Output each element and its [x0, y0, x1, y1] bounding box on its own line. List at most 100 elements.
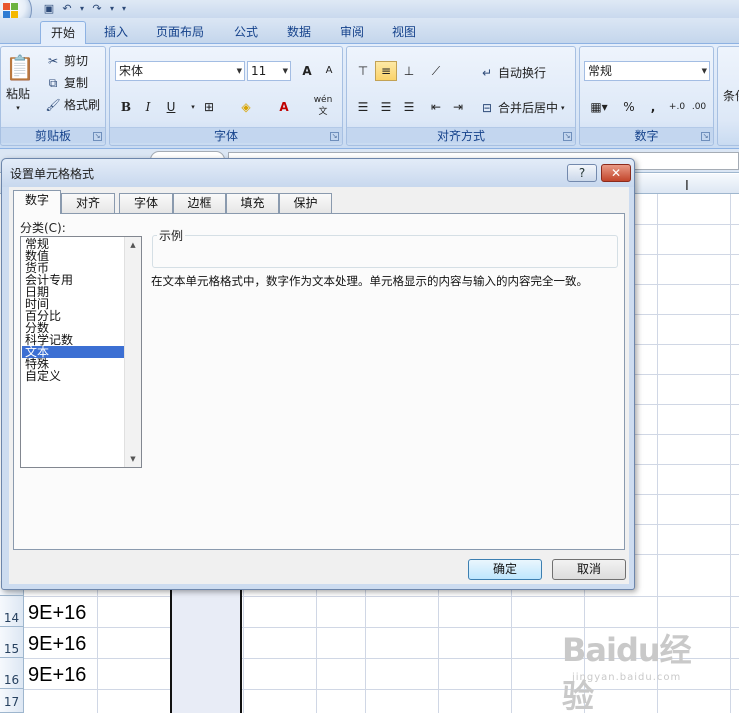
tab-home[interactable]: 开始	[40, 21, 87, 44]
phonetic-button[interactable]: wén 文	[308, 93, 338, 117]
font-color-icon[interactable]: A	[273, 97, 295, 117]
alignment-launcher-icon[interactable]: ↘	[563, 132, 572, 141]
customize-qat-icon[interactable]: ▾	[120, 2, 128, 16]
align-middle-icon[interactable]: ≡	[375, 61, 397, 81]
format-painter-button[interactable]: 🖌 格式刷	[45, 96, 100, 113]
font-launcher-icon[interactable]: ↘	[330, 132, 339, 141]
tab-fill[interactable]: 填充	[226, 193, 279, 213]
undo-dropdown-icon[interactable]: ▾	[78, 2, 86, 16]
wrap-text-icon: ↵	[481, 65, 493, 80]
row-header-17[interactable]: 17	[0, 689, 24, 713]
row-header-16[interactable]: 16	[0, 658, 24, 689]
paste-label: 粘贴	[5, 87, 30, 101]
align-center-icon[interactable]: ☰	[375, 97, 397, 117]
fill-color-icon[interactable]: ◈	[235, 97, 257, 117]
redo-dropdown-icon[interactable]: ▾	[108, 2, 116, 16]
help-button[interactable]: ?	[567, 164, 597, 182]
scroll-up-icon[interactable]: ▲	[125, 237, 141, 253]
row-header-14[interactable]: 14	[0, 596, 24, 627]
number-launcher-icon[interactable]: ↘	[701, 132, 710, 141]
category-item-custom[interactable]: 自定义	[22, 370, 125, 382]
scroll-down-icon[interactable]: ▼	[125, 451, 141, 467]
tab-data[interactable]: 数据	[277, 21, 321, 44]
save-icon[interactable]: ▣	[42, 2, 56, 16]
merge-center-button[interactable]: ⊟ 合并后居中 ▾	[479, 99, 565, 116]
shrink-font-button[interactable]: A	[318, 61, 340, 81]
underline-button[interactable]: U	[160, 97, 182, 117]
font-size-select[interactable]: 11 ▼	[247, 61, 291, 81]
row-header-15[interactable]: 15	[0, 627, 24, 658]
copy-button[interactable]: ⧉ 复制	[45, 74, 88, 91]
align-top-icon[interactable]: ⊤	[352, 61, 374, 81]
conditional-format-button[interactable]: 条件	[723, 87, 739, 104]
tab-border[interactable]: 边框	[173, 193, 226, 213]
wrap-text-button[interactable]: ↵ 自动换行	[479, 64, 546, 81]
tab-page-layout[interactable]: 页面布局	[146, 21, 214, 44]
dialog-title-bar[interactable]: 设置单元格格式 ? ✕	[2, 159, 634, 187]
sample-label: 示例	[157, 227, 186, 244]
decrease-decimal-icon[interactable]: .00	[688, 97, 710, 117]
close-button[interactable]: ✕	[601, 164, 631, 182]
baidu-watermark: Baidu经验 jingyan.baidu.com	[562, 625, 712, 715]
grow-font-button[interactable]: A	[296, 61, 318, 81]
clipboard-group-label: 剪贴板	[1, 127, 105, 143]
tab-number[interactable]: 数字	[13, 190, 61, 214]
align-bottom-icon[interactable]: ⊥	[398, 61, 420, 81]
bold-button[interactable]: B	[115, 97, 137, 117]
merge-center-label: 合并后居中	[498, 101, 559, 115]
cancel-button[interactable]: 取消	[552, 559, 626, 580]
tab-font[interactable]: 字体	[119, 193, 173, 213]
chevron-down-icon: ▼	[701, 67, 707, 75]
orientation-icon[interactable]: ⟋	[425, 61, 447, 81]
font-name-select[interactable]: 宋体 ▼	[115, 61, 245, 81]
decrease-indent-icon[interactable]: ⇤	[425, 97, 447, 117]
dialog-body: 数字 对齐 字体 边框 填充 保护 分类(C): 常规 数值 货币 会计专用 日…	[9, 187, 629, 584]
category-list[interactable]: 常规 数值 货币 会计专用 日期 时间 百分比 分数 科学记数 文本 特殊 自定…	[20, 236, 142, 468]
merge-icon: ⊟	[481, 100, 493, 115]
chevron-down-icon: ▾	[561, 103, 565, 112]
cell-a15[interactable]: 9E+16	[28, 633, 86, 656]
selected-column[interactable]	[170, 579, 242, 713]
font-group-label: 字体	[110, 127, 342, 143]
category-scrollbar[interactable]: ▲ ▼	[124, 237, 141, 467]
tab-protection[interactable]: 保护	[279, 193, 332, 213]
cell-a16[interactable]: 9E+16	[28, 664, 86, 687]
cell-a14[interactable]: 9E+16	[28, 602, 86, 625]
percent-button[interactable]: %	[618, 97, 640, 117]
tab-review[interactable]: 审阅	[330, 21, 374, 44]
gridline	[24, 596, 739, 597]
number-tab-panel: 分类(C): 常规 数值 货币 会计专用 日期 时间 百分比 分数 科学记数 文…	[13, 213, 625, 550]
category-label: 分类(C):	[20, 221, 66, 235]
undo-icon[interactable]: ↶	[60, 2, 74, 16]
font-group: 宋体 ▼ 11 ▼ A A B I U ▾ ⊞ ◈ A wén 文 字体 ↘	[109, 46, 343, 146]
increase-decimal-icon[interactable]: +.0	[666, 97, 688, 117]
tab-insert[interactable]: 插入	[94, 21, 138, 44]
number-format-select[interactable]: 常规 ▼	[584, 61, 710, 81]
paste-dropdown-icon[interactable]: ▾	[16, 104, 20, 112]
italic-button[interactable]: I	[137, 97, 159, 117]
clipboard-launcher-icon[interactable]: ↘	[93, 132, 102, 141]
quick-access-toolbar: ▣ ↶ ▾ ↷ ▾ ▾	[42, 1, 128, 17]
sample-box: 示例	[152, 227, 618, 268]
category-items: 常规 数值 货币 会计专用 日期 时间 百分比 分数 科学记数 文本 特殊 自定…	[22, 238, 125, 382]
tab-view[interactable]: 视图	[382, 21, 426, 44]
align-left-icon[interactable]: ☰	[352, 97, 374, 117]
cut-label: 剪切	[64, 54, 89, 68]
font-name-value: 宋体	[119, 64, 144, 78]
redo-icon[interactable]: ↷	[90, 2, 104, 16]
ok-button[interactable]: 确定	[468, 559, 542, 580]
clipboard-icon: 📋	[5, 54, 35, 82]
paste-button[interactable]: 📋 粘贴 ▾	[5, 53, 35, 112]
number-format-value: 常规	[588, 64, 613, 78]
category-description: 在文本单元格格式中，数字作为文本处理。单元格显示的内容与输入的内容完全一致。	[151, 274, 588, 288]
watermark-logo: Baidu经验	[562, 631, 692, 715]
borders-icon[interactable]: ⊞	[198, 97, 220, 117]
increase-indent-icon[interactable]: ⇥	[447, 97, 469, 117]
currency-icon[interactable]: ▦▾	[584, 97, 614, 117]
cut-button[interactable]: ✂ 剪切	[45, 52, 88, 69]
alignment-group-label: 对齐方式	[347, 127, 575, 143]
tab-alignment[interactable]: 对齐	[61, 193, 115, 213]
tab-formulas[interactable]: 公式	[224, 21, 268, 44]
align-right-icon[interactable]: ☰	[398, 97, 420, 117]
comma-button[interactable]: ,	[642, 97, 664, 117]
